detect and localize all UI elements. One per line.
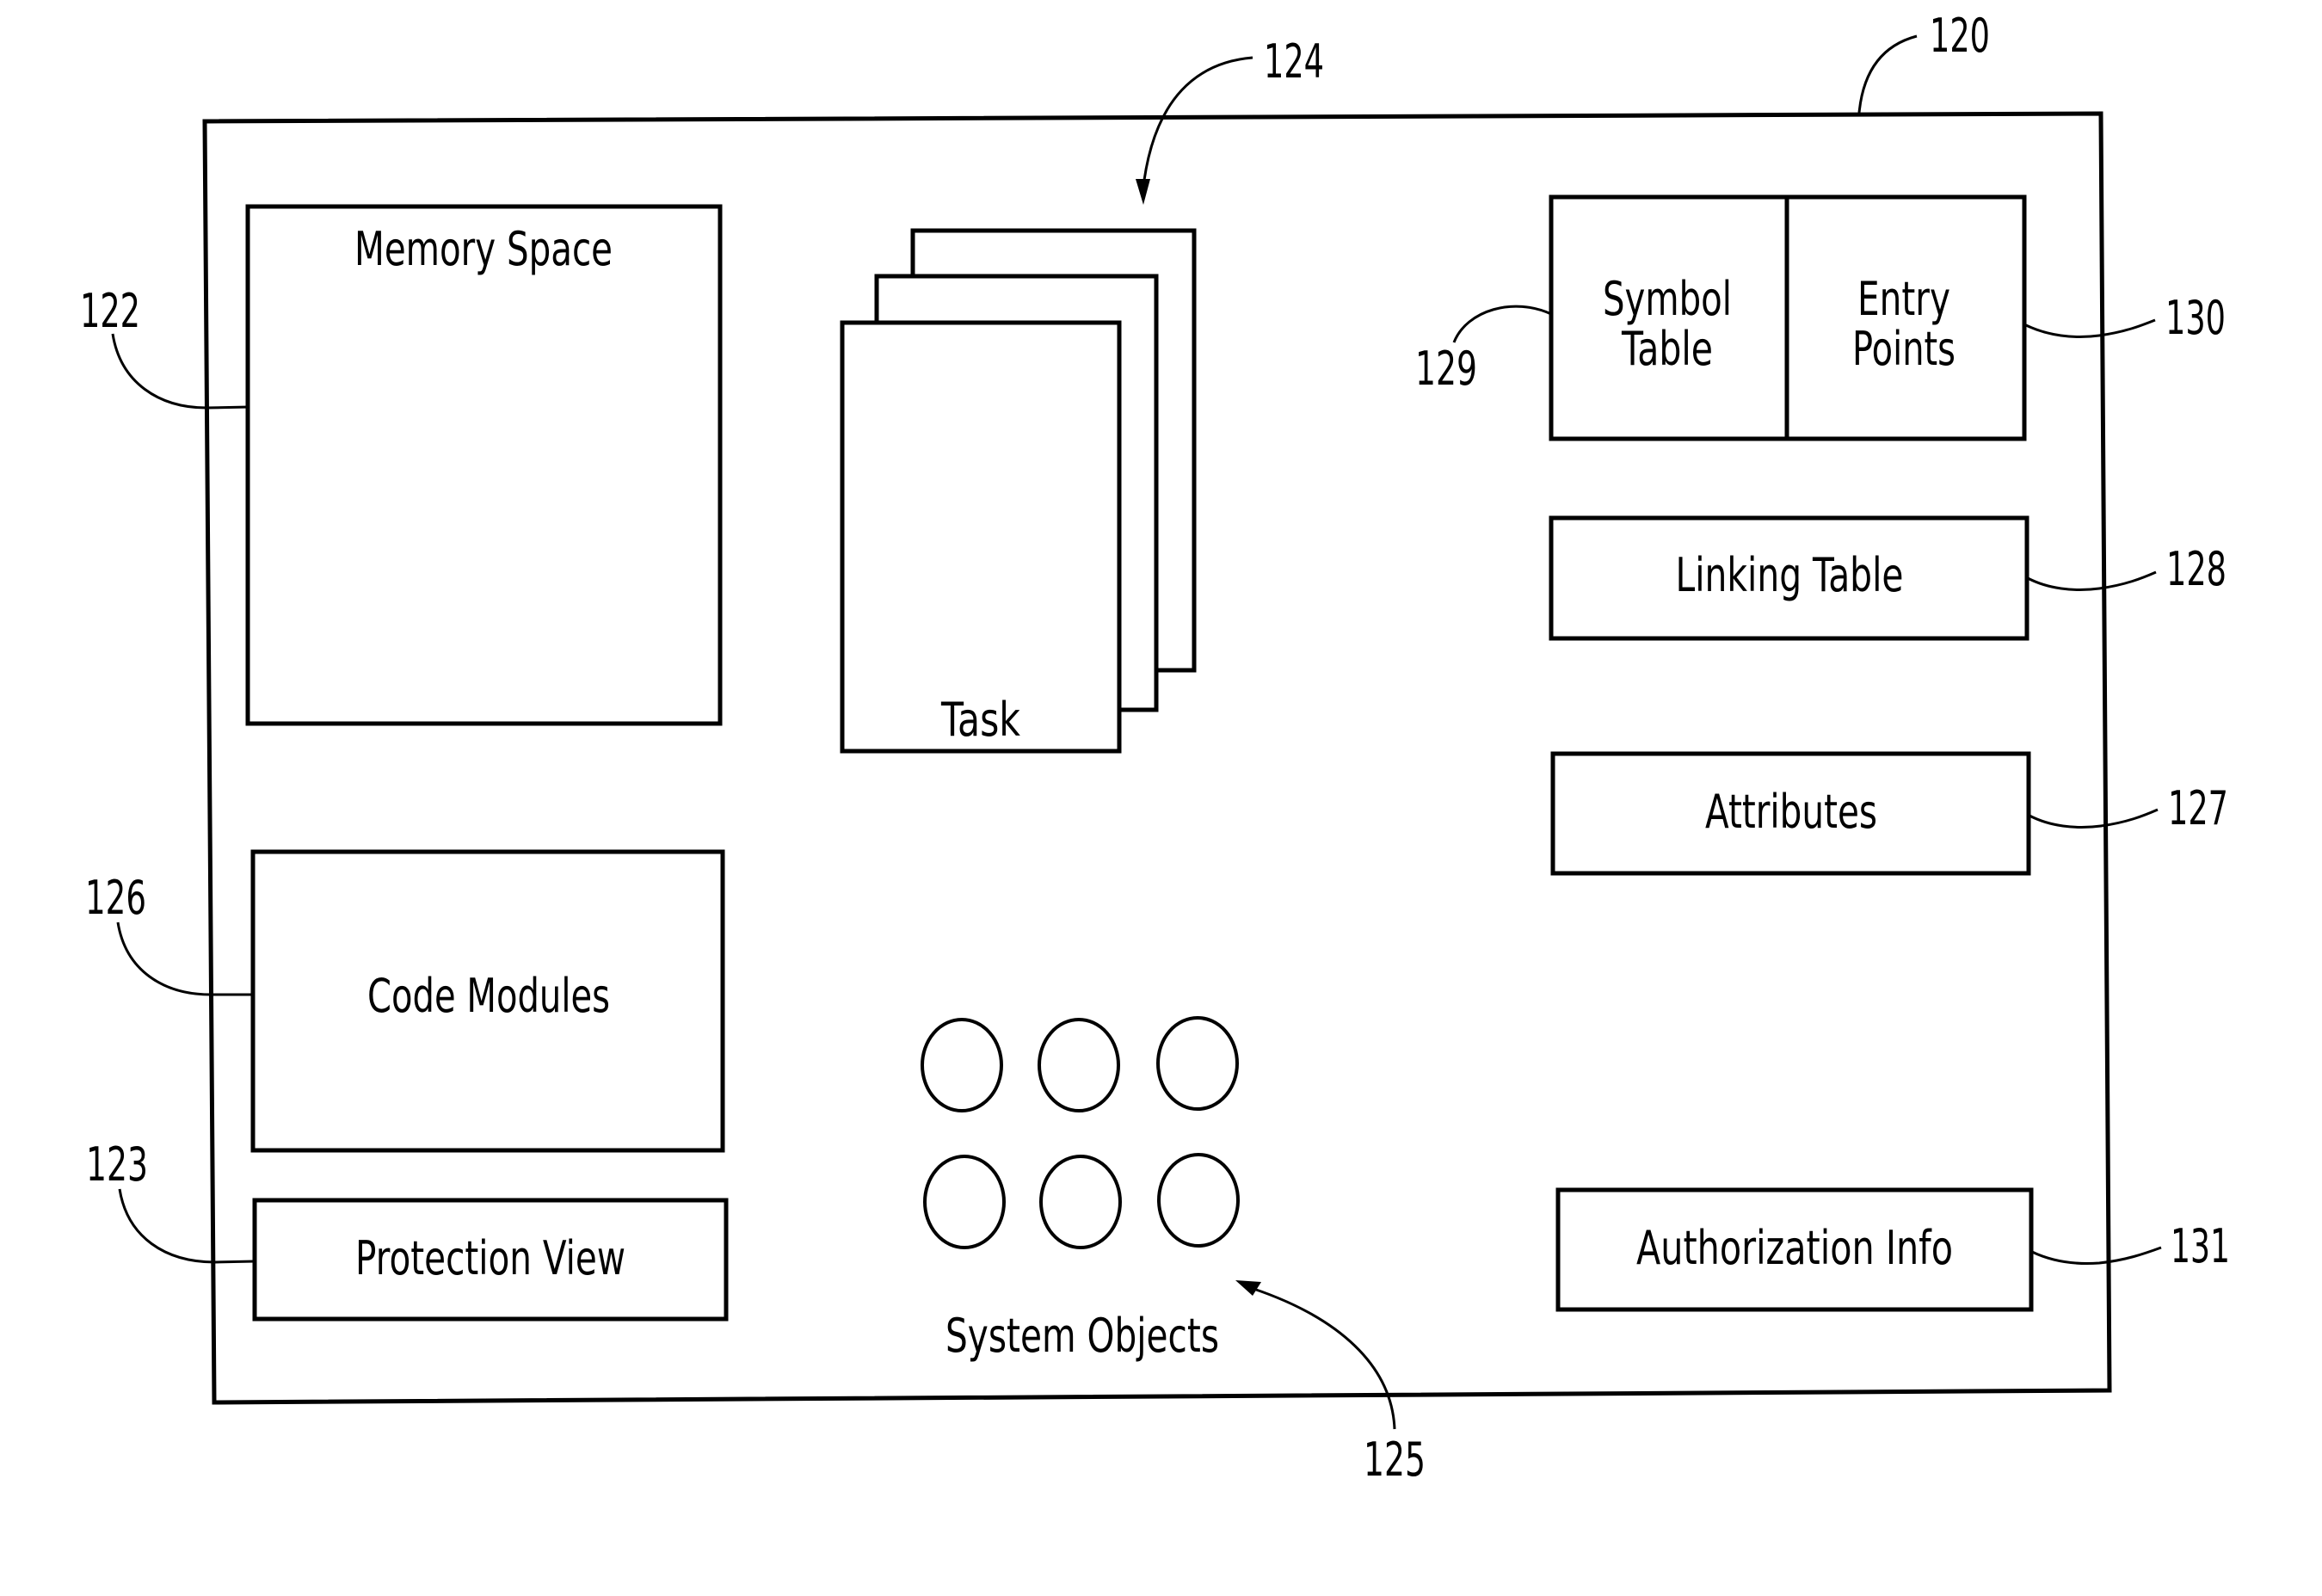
system-objects-group (921, 1016, 1240, 1249)
memory-space-box (245, 204, 723, 726)
container-leader (1857, 34, 1918, 114)
ref-123: 123 (86, 1137, 148, 1192)
system-objects-label: System Objects (945, 1309, 1219, 1363)
task-card-front (840, 320, 1122, 754)
authorization-info-leader (2031, 1246, 2162, 1265)
system-object-circle (921, 1018, 1003, 1112)
ref-122: 122 (80, 284, 140, 338)
ref-125: 125 (1364, 1433, 1426, 1487)
authorization-info-label: Authorization Info (1636, 1221, 1953, 1275)
memory-space-leader (111, 333, 250, 410)
ref-124: 124 (1264, 34, 1324, 89)
symbol-table-label-line1: Symbol (1603, 272, 1732, 326)
task-arrowhead-icon (1136, 179, 1150, 205)
code-modules-leader (116, 921, 253, 996)
attributes-label: Attributes (1705, 785, 1877, 839)
system-objects-arrowhead-icon (1235, 1280, 1261, 1296)
system-objects-leader (1242, 1284, 1396, 1430)
ref-127: 127 (2168, 781, 2228, 835)
task-leader (1141, 56, 1253, 194)
symbol-table-leader (1452, 305, 1552, 343)
entry-points-label-line1: Entry (1857, 272, 1950, 326)
symbol-table-label-line2: Table (1621, 322, 1713, 376)
entry-points-label-line2: Points (1852, 322, 1956, 376)
protection-view-leader (118, 1188, 256, 1264)
system-object-circle (923, 1155, 1006, 1249)
system-object-circle (1038, 1018, 1120, 1112)
memory-space-label: Memory Space (354, 222, 613, 276)
system-object-circle (1157, 1153, 1240, 1248)
task-label: Task (940, 693, 1020, 747)
attributes-leader (2029, 808, 2159, 829)
ref-120: 120 (1930, 9, 1990, 63)
architecture-diagram: 120 Memory Space 122 Task 124 Symbol Tab… (80, 9, 2230, 1487)
linking-table-leader (2027, 570, 2157, 591)
system-object-circle (1039, 1155, 1122, 1249)
ref-128: 128 (2166, 542, 2227, 596)
system-object-circle (1156, 1016, 1239, 1111)
entry-points-leader (2025, 318, 2156, 338)
ref-130: 130 (2165, 291, 2226, 345)
ref-126: 126 (85, 871, 146, 925)
code-modules-label: Code Modules (367, 969, 610, 1023)
ref-131: 131 (2171, 1219, 2230, 1273)
linking-table-label: Linking Table (1676, 548, 1904, 602)
ref-129: 129 (1415, 342, 1477, 396)
protection-view-label: Protection View (355, 1231, 625, 1285)
